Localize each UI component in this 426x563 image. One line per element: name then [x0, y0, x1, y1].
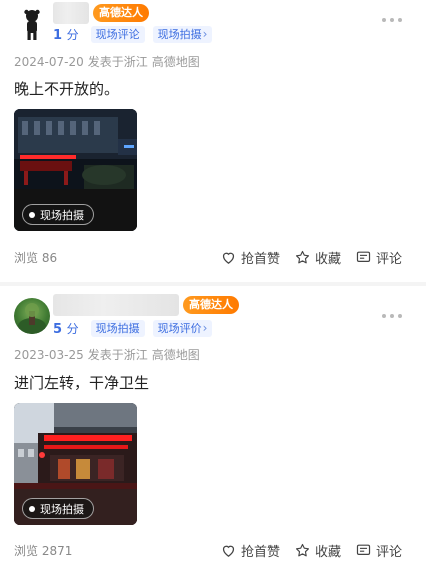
- tag-onsite-photo[interactable]: 现场拍摄›: [152, 25, 213, 43]
- expert-badge: 高德达人: [93, 4, 149, 22]
- heart-icon: [222, 545, 235, 557]
- username-blurred[interactable]: [53, 294, 179, 316]
- username-blurred[interactable]: [53, 2, 89, 24]
- star-icon: [295, 543, 309, 556]
- post-source: 高德地图: [151, 348, 200, 362]
- rating-row: 1 分 现场评论 现场拍摄›: [53, 25, 213, 43]
- post-source: 高德地图: [151, 55, 200, 69]
- more-dots-icon[interactable]: [382, 314, 402, 320]
- post-info: 2024-07-20 发表于浙江 高德地图: [14, 53, 204, 70]
- like-button[interactable]: 抢首赞: [220, 248, 280, 267]
- onsite-photo-label: 现场拍摄: [22, 204, 94, 225]
- tag-onsite-rating[interactable]: 现场评价›: [152, 319, 213, 337]
- heart-icon: [222, 252, 235, 264]
- review-text: 晚上不开放的。: [14, 80, 120, 98]
- review-footer: 浏览 2871 抢首赞 收藏 评论: [14, 540, 402, 560]
- rating-row: 5 分 现场拍摄 现场评价›: [53, 319, 213, 337]
- dot-icon: [29, 505, 35, 512]
- post-date: 2023-03-25: [14, 348, 84, 362]
- comment-icon: [356, 251, 371, 262]
- review-photo[interactable]: 现场拍摄: [14, 403, 137, 525]
- rating-score: 5 分: [53, 321, 79, 337]
- comment-button[interactable]: 评论: [355, 248, 402, 267]
- favorite-button[interactable]: 收藏: [294, 541, 341, 560]
- review-text: 进门左转，干净卫生: [14, 374, 150, 392]
- user-avatar[interactable]: [14, 298, 50, 334]
- view-count: 浏览 86: [14, 250, 58, 265]
- review-photo[interactable]: 现场拍摄: [14, 109, 137, 231]
- comment-button[interactable]: 评论: [355, 541, 402, 560]
- post-date: 2024-07-20: [14, 55, 84, 69]
- review-card: 高德达人 1 分 现场评论 现场拍摄› 2024-07-20 发表于浙江 高德地图 …: [0, 0, 426, 282]
- star-icon: [295, 250, 309, 263]
- more-dots-icon[interactable]: [382, 18, 402, 24]
- chevron-right-icon: ›: [202, 320, 208, 335]
- rating-score: 1 分: [53, 27, 79, 43]
- like-button[interactable]: 抢首赞: [220, 541, 280, 560]
- post-info: 2023-03-25 发表于浙江 高德地图: [14, 346, 204, 363]
- review-footer: 浏览 86 抢首赞 收藏 评论: [14, 247, 402, 267]
- favorite-button[interactable]: 收藏: [294, 248, 341, 267]
- comment-icon: [356, 544, 371, 555]
- expert-badge: 高德达人: [183, 296, 239, 314]
- tag-onsite-photo[interactable]: 现场拍摄: [90, 319, 145, 337]
- user-avatar[interactable]: [14, 6, 50, 42]
- onsite-photo-label: 现场拍摄: [22, 498, 94, 519]
- view-count: 浏览 2871: [14, 543, 73, 558]
- review-card: 高德达人 5 分 现场拍摄 现场评价› 2023-03-25 发表于浙江 高德地图 …: [0, 286, 426, 563]
- post-location: 发表于浙江: [87, 348, 148, 362]
- post-location: 发表于浙江: [87, 55, 148, 69]
- tag-onsite-review[interactable]: 现场评论: [90, 25, 145, 43]
- chevron-right-icon: ›: [202, 26, 208, 41]
- dot-icon: [29, 211, 35, 218]
